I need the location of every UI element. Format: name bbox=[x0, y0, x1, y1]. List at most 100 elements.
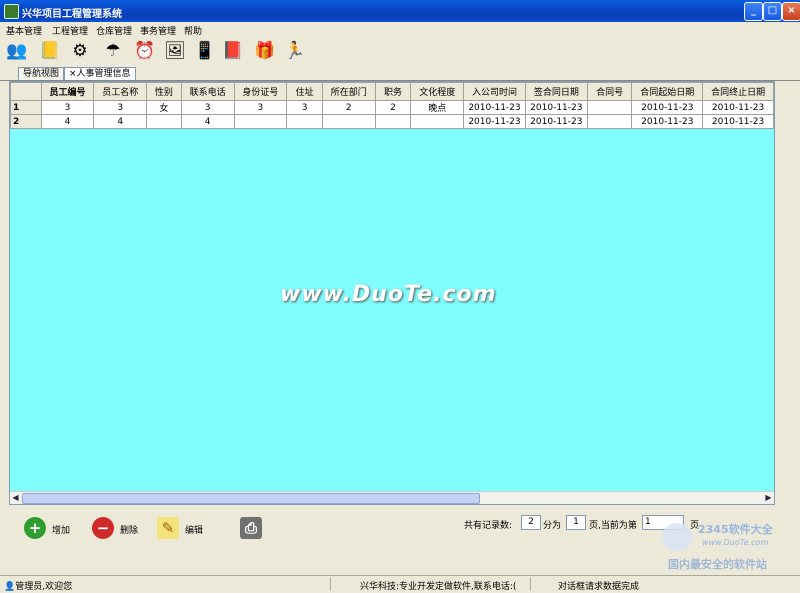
edit-label: 编辑 bbox=[185, 526, 204, 536]
table-cell[interactable]: 3 bbox=[233, 100, 288, 115]
row-number: 2 bbox=[10, 114, 42, 129]
column-header[interactable]: 合同号 bbox=[586, 82, 633, 101]
personnel-table: 员工编号 员工名称 性别 联系电话 身份证号 住址 所在部门 职务 文化程度 入… bbox=[10, 82, 774, 129]
plus-icon: + bbox=[24, 517, 46, 539]
table-cell[interactable]: 2010-11-23 bbox=[631, 114, 704, 129]
gift-icon[interactable]: 🎁 bbox=[253, 40, 277, 62]
table-cell[interactable] bbox=[286, 114, 323, 129]
status-bar: 👤管理员,欢迎您 兴华科技:专业开发定做软件,联系电话:( 对话框请求数据完成 bbox=[0, 575, 800, 593]
table-cell[interactable] bbox=[586, 100, 633, 115]
table-cell[interactable] bbox=[410, 114, 465, 129]
table-cell[interactable]: 2 bbox=[321, 100, 376, 115]
horizontal-scrollbar[interactable]: ◀ ▶ bbox=[10, 491, 774, 504]
table-row[interactable]: 1 3 3 女 3 3 3 2 2 晚点 2010-11-23 2010-11-… bbox=[10, 100, 774, 115]
table-row[interactable]: 2 4 4 4 2010-11-23 2010-11-23 2010-11-23… bbox=[10, 114, 774, 129]
toolbar: 👥 📒 ⚙ ☂ ⏰ 🖼 📱 📕 🎁 🏃 bbox=[0, 36, 800, 66]
watermark-brand: 2345软件大全 bbox=[698, 523, 773, 536]
table-cell[interactable]: 2010-11-23 bbox=[463, 100, 526, 115]
table-cell[interactable] bbox=[146, 114, 182, 129]
column-header[interactable]: 入公司时间 bbox=[463, 82, 526, 101]
scroll-right-icon[interactable]: ▶ bbox=[763, 492, 774, 503]
column-header[interactable]: 合同起始日期 bbox=[631, 82, 704, 101]
umbrella-icon[interactable]: ☂ bbox=[101, 40, 125, 62]
users-icon[interactable]: 👥 bbox=[5, 40, 29, 62]
column-header[interactable]: 身份证号 bbox=[233, 82, 288, 101]
menu-bar: 基本管理 工程管理 仓库管理 事务管理 帮助 bbox=[0, 22, 800, 37]
total-records-value: 2 bbox=[521, 515, 541, 530]
column-header[interactable]: 联系电话 bbox=[180, 82, 235, 101]
maximize-button[interactable]: □ bbox=[763, 2, 782, 21]
table-cell[interactable] bbox=[321, 114, 376, 129]
alarm-clock-icon[interactable]: ⏰ bbox=[133, 40, 157, 62]
table-cell[interactable]: 4 bbox=[40, 114, 95, 129]
table-cell[interactable]: 4 bbox=[180, 114, 235, 129]
delete-label: 删除 bbox=[120, 526, 139, 536]
column-header[interactable]: 住址 bbox=[286, 82, 323, 101]
column-header[interactable]: 职务 bbox=[374, 82, 412, 101]
picture-icon[interactable]: 🖼 bbox=[163, 40, 187, 62]
status-user: 👤管理员,欢迎您 bbox=[4, 582, 73, 592]
app-icon bbox=[4, 4, 19, 19]
table-cell[interactable]: 2 bbox=[374, 100, 412, 115]
split-label: 分为 bbox=[543, 521, 562, 531]
column-header[interactable]: 合同终止日期 bbox=[702, 82, 774, 101]
column-header[interactable]: 签合同日期 bbox=[524, 82, 588, 101]
tab-strip: 导航视图 ×人事管理信息 bbox=[0, 66, 800, 81]
table-cell[interactable]: 2010-11-23 bbox=[702, 114, 774, 129]
watermark-text: www.DuoTe.com bbox=[280, 282, 497, 307]
status-message: 对话框请求数据完成 bbox=[558, 582, 640, 592]
data-grid[interactable]: 员工编号 员工名称 性别 联系电话 身份证号 住址 所在部门 职务 文化程度 入… bbox=[9, 81, 775, 505]
tab-navigation-view[interactable]: 导航视图 bbox=[18, 67, 65, 80]
column-header[interactable]: 员工名称 bbox=[93, 82, 148, 101]
watermark-url: www.DuoTe.com bbox=[702, 538, 769, 547]
column-header[interactable]: 性别 bbox=[146, 82, 182, 101]
printer-icon: ⎙ bbox=[240, 517, 262, 539]
pda-icon[interactable]: 📱 bbox=[193, 40, 217, 62]
table-cell[interactable]: 2010-11-23 bbox=[524, 114, 588, 129]
column-header[interactable]: 所在部门 bbox=[321, 82, 376, 101]
scrollbar-thumb[interactable] bbox=[22, 493, 480, 504]
window-title: 兴华项目工程管理系统 bbox=[22, 9, 122, 20]
table-cell[interactable]: 女 bbox=[146, 100, 182, 115]
table-cell[interactable] bbox=[374, 114, 412, 129]
title-bar: 兴华项目工程管理系统 _ □ × bbox=[0, 0, 800, 22]
table-cell[interactable]: 2010-11-23 bbox=[524, 100, 588, 115]
book-icon[interactable]: 📒 bbox=[38, 40, 62, 62]
table-cell[interactable]: 4 bbox=[93, 114, 148, 129]
add-label: 增加 bbox=[52, 526, 71, 536]
user-icon: 👤 bbox=[4, 582, 16, 592]
running-man-icon[interactable]: 🏃 bbox=[283, 40, 307, 62]
page-count-value: 1 bbox=[566, 515, 586, 530]
table-cell[interactable]: 3 bbox=[40, 100, 95, 115]
table-cell[interactable]: 2010-11-23 bbox=[702, 100, 774, 115]
site-watermark-logo: 2345软件大全 www.DuoTe.com 国内最安全的软件站 bbox=[662, 515, 798, 573]
table-header-row: 员工编号 员工名称 性别 联系电话 身份证号 住址 所在部门 职务 文化程度 入… bbox=[10, 82, 774, 101]
close-button[interactable]: × bbox=[782, 2, 800, 21]
table-cell[interactable] bbox=[233, 114, 288, 129]
current-page-label: 页,当前为第 bbox=[589, 521, 637, 531]
table-cell[interactable]: 3 bbox=[286, 100, 323, 115]
status-company: 兴华科技:专业开发定做软件,联系电话:( bbox=[360, 582, 517, 592]
logo-icon bbox=[662, 523, 692, 551]
pencil-icon: ✎ bbox=[157, 517, 179, 539]
minimize-button[interactable]: _ bbox=[744, 2, 763, 21]
table-cell[interactable]: 3 bbox=[180, 100, 235, 115]
table-cell[interactable]: 2010-11-23 bbox=[631, 100, 704, 115]
column-header[interactable]: 员工编号 bbox=[40, 82, 95, 101]
row-number: 1 bbox=[10, 100, 42, 115]
help-book-icon[interactable]: 📕 bbox=[221, 40, 245, 62]
corner-header bbox=[10, 82, 42, 101]
column-header[interactable]: 文化程度 bbox=[410, 82, 465, 101]
table-cell[interactable]: 3 bbox=[93, 100, 148, 115]
total-records-label: 共有记录数: bbox=[464, 521, 513, 531]
scroll-left-icon[interactable]: ◀ bbox=[10, 492, 21, 503]
status-separator bbox=[330, 577, 331, 591]
status-separator bbox=[530, 577, 531, 591]
watermark-slogan: 国内最安全的软件站 bbox=[668, 558, 767, 571]
table-cell[interactable] bbox=[586, 114, 633, 129]
minus-icon: − bbox=[92, 517, 114, 539]
table-cell[interactable]: 2010-11-23 bbox=[463, 114, 526, 129]
tab-personnel-info[interactable]: ×人事管理信息 bbox=[64, 67, 136, 80]
table-cell[interactable]: 晚点 bbox=[410, 100, 465, 115]
gears-icon[interactable]: ⚙ bbox=[68, 40, 92, 62]
